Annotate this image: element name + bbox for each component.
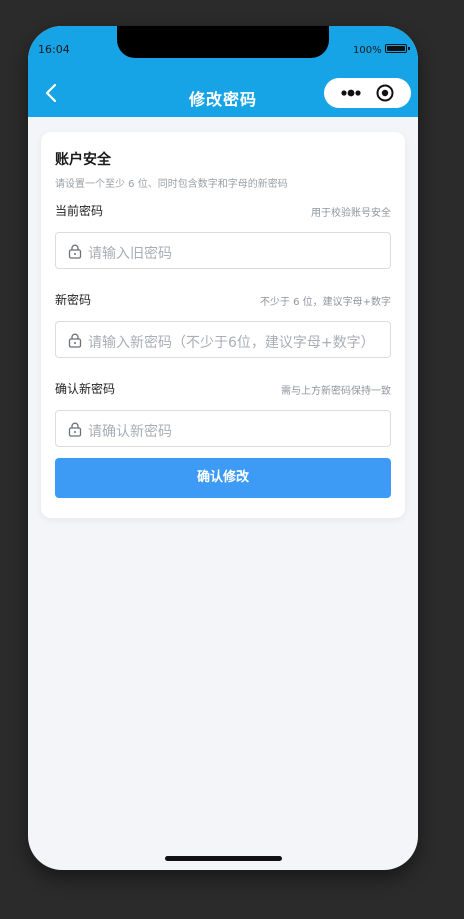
card-title: 账户安全: [55, 152, 111, 168]
navigation-bar: 16:04 100% 修改密码: [28, 26, 418, 117]
confirm-password-hint: 需与上方新密码保持一致: [281, 386, 391, 397]
phone-frame: 16:04 100% 修改密码 账户安全 请设置一个至少 6 位、同时包含数字和…: [28, 26, 418, 870]
notch: [117, 26, 329, 58]
account-security-card: 账户安全 请设置一个至少 6 位、同时包含数字和字母的新密码 当前密码 用于校验…: [41, 132, 405, 518]
current-password-label: 当前密码: [55, 204, 104, 218]
battery-percentage: 100%: [353, 45, 382, 56]
lock-icon: [68, 333, 82, 348]
current-password-placeholder: 请输入旧密码: [88, 246, 172, 262]
confirm-change-button[interactable]: 确认修改: [55, 458, 391, 498]
status-time: 16:04: [38, 43, 70, 56]
more-dots-icon: [341, 89, 361, 97]
lock-icon: [68, 244, 82, 259]
new-password-hint: 不少于 6 位，建议字母+数字: [259, 297, 391, 308]
new-password-input[interactable]: 请输入新密码（不少于6位，建议字母+数字）: [55, 321, 391, 358]
card-subtitle: 请设置一个至少 6 位、同时包含数字和字母的新密码: [55, 179, 288, 190]
confirm-password-placeholder: 请确认新密码: [88, 424, 172, 440]
confirm-password-input[interactable]: 请确认新密码: [55, 410, 391, 447]
current-password-input[interactable]: 请输入旧密码: [55, 232, 391, 269]
current-password-hint: 用于校验账号安全: [311, 208, 391, 219]
new-password-placeholder: 请输入新密码（不少于6位，建议字母+数字）: [88, 335, 375, 351]
battery-icon: [385, 44, 410, 53]
home-indicator: [165, 856, 282, 861]
more-button[interactable]: [334, 78, 370, 108]
mini-program-capsule: [324, 78, 411, 108]
new-password-label: 新密码: [55, 293, 92, 307]
close-program-button[interactable]: [375, 83, 395, 103]
lock-icon: [68, 422, 82, 437]
target-circle-icon: [376, 84, 394, 102]
confirm-password-label: 确认新密码: [55, 382, 116, 396]
